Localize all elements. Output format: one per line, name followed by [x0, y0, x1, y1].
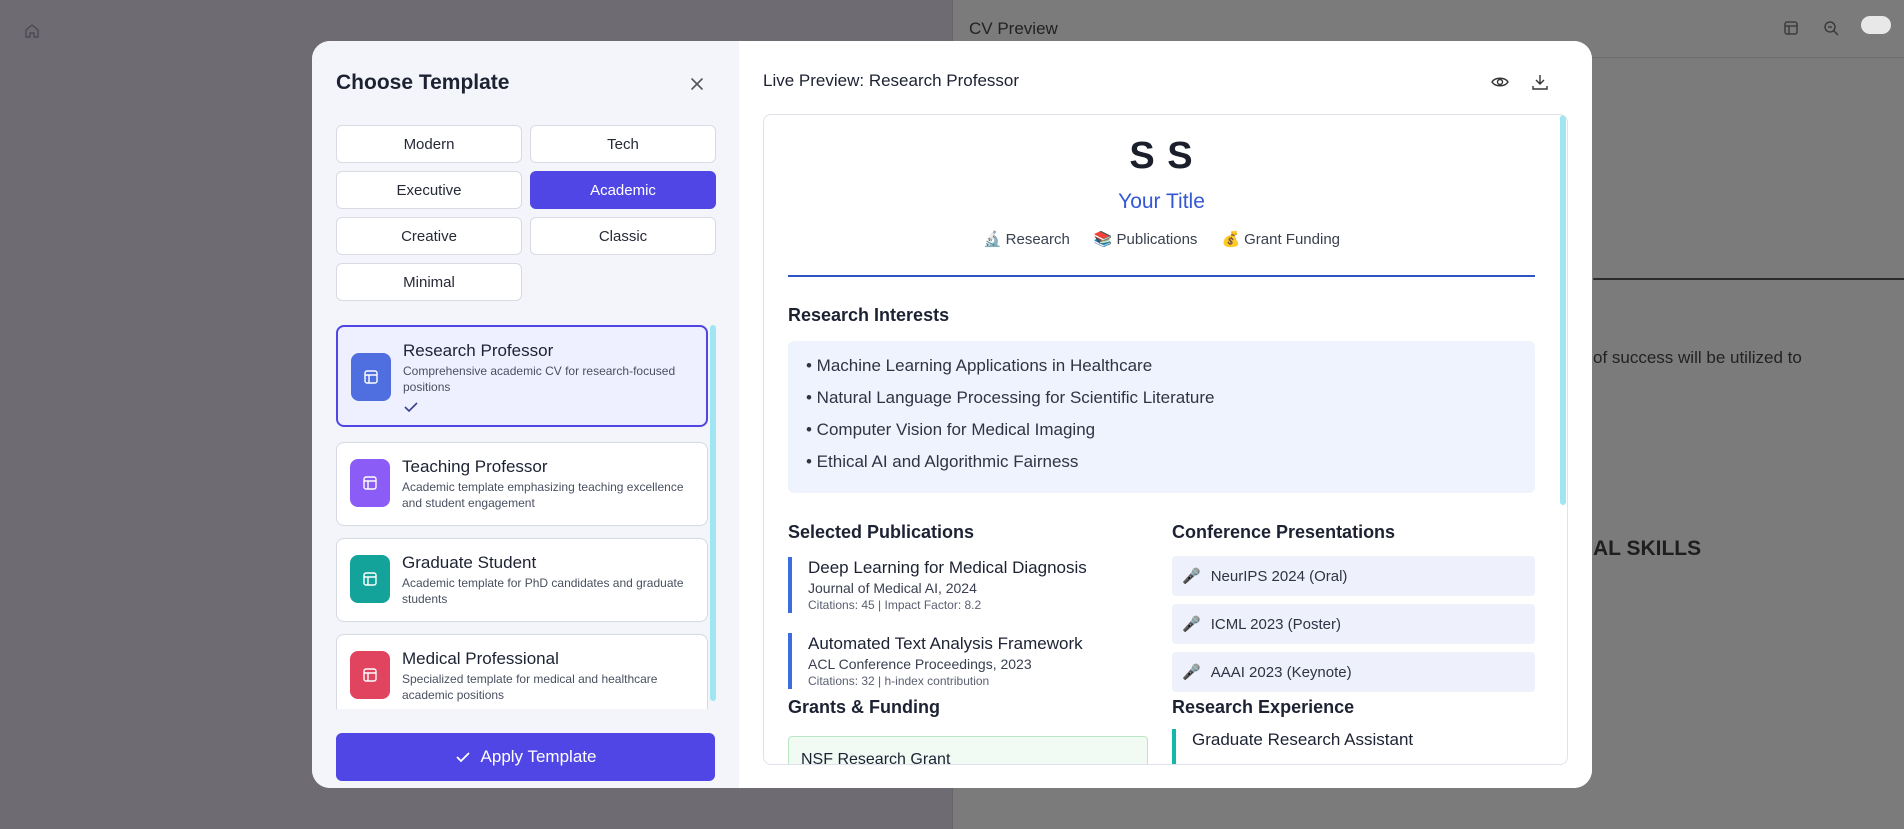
research-interest-item: • Machine Learning Applications in Healt…: [806, 356, 1153, 375]
apply-template-button[interactable]: Apply Template: [336, 733, 715, 781]
template-description: Specialized template for medical and hea…: [402, 672, 658, 702]
template-card-graduate-student[interactable]: Graduate Student Academic template for P…: [336, 538, 708, 622]
conference-label: NeurIPS 2024 (Oral): [1210, 567, 1348, 585]
category-classic[interactable]: Classic: [530, 217, 716, 255]
close-icon[interactable]: [686, 73, 708, 95]
grants-heading: Grants & Funding: [788, 697, 940, 717]
publication-title: Deep Learning for Medical Diagnosis: [808, 558, 1087, 577]
live-preview-title: Live Preview: Research Professor: [763, 71, 1020, 90]
modal-title: Choose Template: [336, 71, 510, 94]
cv-tag-label: Grant Funding: [1244, 230, 1341, 248]
cv-name: S S: [1129, 135, 1194, 177]
home-icon[interactable]: [24, 23, 40, 39]
template-card-research-professor[interactable]: Research Professor Comprehensive academi…: [336, 325, 708, 427]
research-interest-item: • Natural Language Processing for Scient…: [806, 388, 1215, 407]
cv-document: S S Your Title 🔬 Research 📚 Publications 💰…: [763, 114, 1568, 765]
choose-template-modal: Choose Template Modern Tech Executive Ac…: [312, 41, 1592, 788]
apply-template-label: Apply Template: [480, 747, 597, 766]
research-interests-box: • Machine Learning Applications in Healt…: [788, 341, 1535, 493]
publications-heading: Selected Publications: [788, 522, 975, 542]
template-name: Research Professor: [403, 341, 554, 360]
template-name: Teaching Professor: [402, 457, 548, 476]
template-icon: [350, 555, 390, 603]
divider: [1593, 278, 1904, 280]
template-card-medical-professional[interactable]: Medical Professional Specialized templat…: [336, 634, 708, 709]
cv-tag: 📚 Publications: [1093, 230, 1198, 249]
live-preview-panel: Live Preview: Research Professor S S You…: [739, 41, 1592, 788]
microphone-icon: 🎤: [1182, 568, 1201, 585]
publication-item: Deep Learning for Medical Diagnosis Jour…: [788, 557, 1148, 613]
publication-citations: Citations: 45 | Impact Factor: 8.2: [808, 598, 982, 612]
microphone-icon: 🎤: [1182, 664, 1201, 681]
category-tech[interactable]: Tech: [530, 125, 716, 163]
research-interests-heading: Research Interests: [788, 305, 950, 325]
cv-tag: 🔬 Research: [982, 230, 1070, 249]
template-description: Academic template for PhD candidates and…: [402, 576, 684, 606]
conference-item: 🎤 NeurIPS 2024 (Oral): [1172, 556, 1535, 596]
publication-journal: ACL Conference Proceedings, 2023: [808, 656, 1032, 672]
summary-text: of success will be utilized to: [1593, 348, 1802, 367]
template-name: Graduate Student: [402, 553, 537, 572]
zoom-out-icon[interactable]: [1823, 20, 1839, 36]
experience-item: Graduate Research Assistant: [1172, 729, 1535, 764]
category-modern[interactable]: Modern: [336, 125, 522, 163]
category-tabs: Modern Tech Executive Academic Creative …: [336, 125, 716, 301]
category-executive[interactable]: Executive: [336, 171, 522, 209]
download-icon[interactable]: [1530, 72, 1550, 92]
template-picker-panel: Choose Template Modern Tech Executive Ac…: [312, 41, 739, 788]
books-icon: 📚: [1093, 231, 1113, 248]
conference-item: 🎤 ICML 2023 (Poster): [1172, 604, 1535, 644]
microphone-icon: 🎤: [1182, 616, 1201, 633]
money-bag-icon: 💰: [1221, 231, 1241, 248]
category-academic[interactable]: Academic: [530, 171, 716, 209]
section-heading: AL SKILLS: [1593, 537, 1702, 560]
grant-item: NSF Research Grant: [788, 736, 1148, 765]
microscope-icon: 🔬: [982, 231, 1002, 248]
publication-citations: Citations: 32 | h-index contribution: [808, 674, 990, 688]
toggle-switch[interactable]: [1861, 16, 1891, 34]
category-creative[interactable]: Creative: [336, 217, 522, 255]
cv-header-rule: [788, 275, 1535, 277]
check-icon: [404, 402, 418, 413]
template-icon: [350, 459, 390, 507]
conference-label: ICML 2023 (Poster): [1210, 615, 1342, 633]
publication-title: Automated Text Analysis Framework: [808, 634, 1083, 653]
publication-journal: Journal of Medical AI, 2024: [808, 580, 977, 596]
preview-scrollbar[interactable]: [1560, 115, 1566, 505]
template-description: Comprehensive academic CV for research-f…: [403, 364, 676, 394]
research-interest-item: • Computer Vision for Medical Imaging: [806, 420, 1096, 439]
research-experience-heading: Research Experience: [1172, 697, 1355, 717]
template-card-teaching-professor[interactable]: Teaching Professor Academic template emp…: [336, 442, 708, 526]
cv-tag-label: Research: [1005, 230, 1070, 248]
template-icon: [351, 353, 391, 401]
experience-title: Graduate Research Assistant: [1192, 730, 1414, 749]
cv-tag: 💰 Grant Funding: [1221, 230, 1341, 249]
grant-title: NSF Research Grant: [801, 751, 951, 765]
template-list-scrollbar[interactable]: [710, 325, 716, 701]
cv-preview-title: CV Preview: [969, 19, 1058, 38]
conference-item: 🎤 AAAI 2023 (Keynote): [1172, 652, 1535, 692]
eye-icon[interactable]: [1490, 72, 1510, 92]
publication-item: Automated Text Analysis Framework ACL Co…: [788, 633, 1148, 689]
template-list: Research Professor Comprehensive academi…: [336, 325, 716, 709]
conference-label: AAAI 2023 (Keynote): [1210, 663, 1352, 681]
template-icon: [350, 651, 390, 699]
cv-tags: 🔬 Research 📚 Publications 💰 Grant Funding: [764, 230, 1559, 249]
conferences-heading: Conference Presentations: [1172, 522, 1396, 542]
template-description: Academic template emphasizing teaching e…: [402, 480, 684, 510]
template-name: Medical Professional: [402, 649, 559, 668]
layout-icon[interactable]: [1783, 20, 1799, 36]
cv-job-title: Your Title: [1118, 190, 1205, 213]
check-icon: [455, 752, 470, 763]
research-interest-item: • Ethical AI and Algorithmic Fairness: [806, 452, 1079, 471]
category-minimal[interactable]: Minimal: [336, 263, 522, 301]
cv-tag-label: Publications: [1116, 230, 1198, 248]
